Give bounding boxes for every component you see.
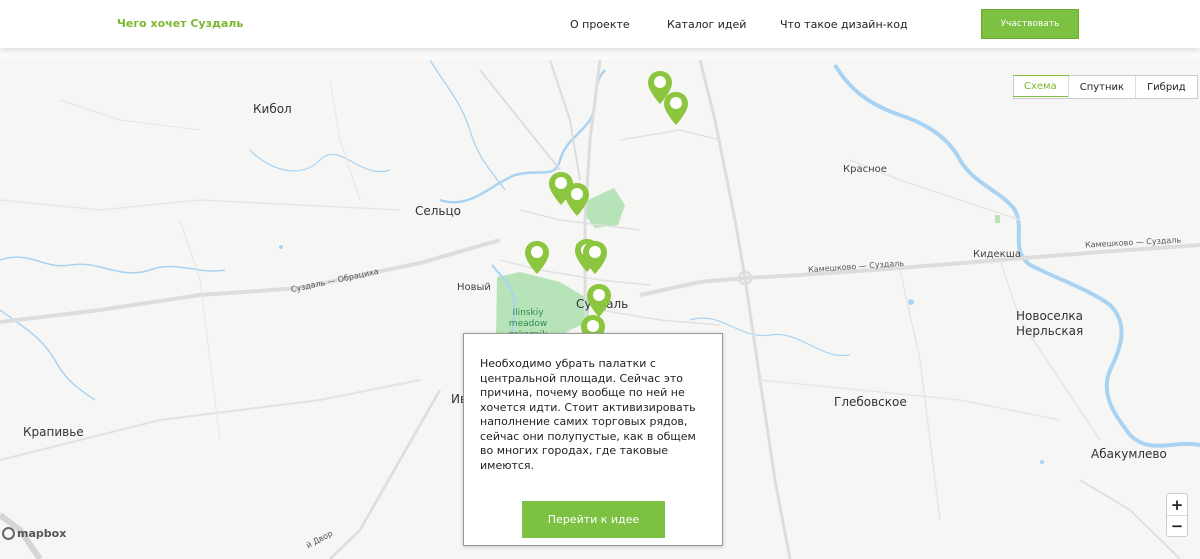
- place-nerlskaya: Нерльская: [1016, 324, 1084, 338]
- place-seltso: Сельцо: [415, 204, 462, 218]
- place-glebovskoe: Глебовское: [834, 395, 907, 409]
- map-type-scheme[interactable]: Схема: [1013, 75, 1069, 97]
- go-to-idea-button[interactable]: Перейти к идее: [522, 501, 665, 538]
- brand-link[interactable]: Чего хочет Суздаль: [117, 17, 243, 30]
- road-kameshkovo-suzdal: [639, 243, 1200, 297]
- road-southwest: [329, 389, 442, 559]
- place-novoselka: Новоселка: [1016, 309, 1084, 323]
- stream: [0, 309, 96, 401]
- nav-catalog[interactable]: Каталог идей: [667, 18, 746, 31]
- place-noviy: Новый: [457, 282, 491, 293]
- road-suzdal-obratsikha: [0, 238, 501, 324]
- place-krasnoe: Красное: [843, 164, 887, 175]
- park-area-north: [585, 188, 625, 228]
- stream: [0, 256, 226, 274]
- place-krapivye: Крапивье: [23, 425, 84, 439]
- place-abakumlevo: Абакумлево: [1091, 447, 1167, 461]
- stream: [249, 149, 391, 173]
- nav-about[interactable]: О проекте: [570, 18, 630, 31]
- mapbox-logo-icon: [2, 527, 15, 540]
- park-patch: [995, 215, 1000, 223]
- zoom-in-button[interactable]: +: [1167, 494, 1187, 515]
- map-type-hybrid[interactable]: Гибрид: [1135, 76, 1197, 98]
- map-type-switcher: Схема Спутник Гибрид: [1013, 75, 1198, 99]
- participate-button[interactable]: Участвовать: [981, 9, 1079, 39]
- idea-pin[interactable]: [586, 283, 612, 318]
- idea-pin[interactable]: [582, 240, 608, 275]
- place-kibol: Кибол: [253, 102, 292, 116]
- idea-pin[interactable]: [564, 182, 590, 217]
- idea-popup: Необходимо убрать палатки с центральной …: [463, 333, 723, 546]
- map-type-satellite[interactable]: Спутник: [1067, 76, 1135, 98]
- site-header: Чего хочет Суздаль О проекте Каталог иде…: [0, 0, 1200, 48]
- zoom-out-button[interactable]: −: [1167, 515, 1187, 536]
- nav-design-code[interactable]: Что такое дизайн-код: [780, 18, 908, 31]
- mapbox-attribution[interactable]: mapbox: [2, 527, 66, 540]
- stream: [429, 60, 506, 191]
- idea-pin[interactable]: [524, 240, 550, 275]
- idea-popup-text: Необходимо убрать палатки с центральной …: [480, 357, 696, 472]
- zoom-control: + −: [1166, 493, 1188, 537]
- place-kideksha: Кидекша: [973, 249, 1021, 260]
- idea-pin[interactable]: [663, 91, 689, 126]
